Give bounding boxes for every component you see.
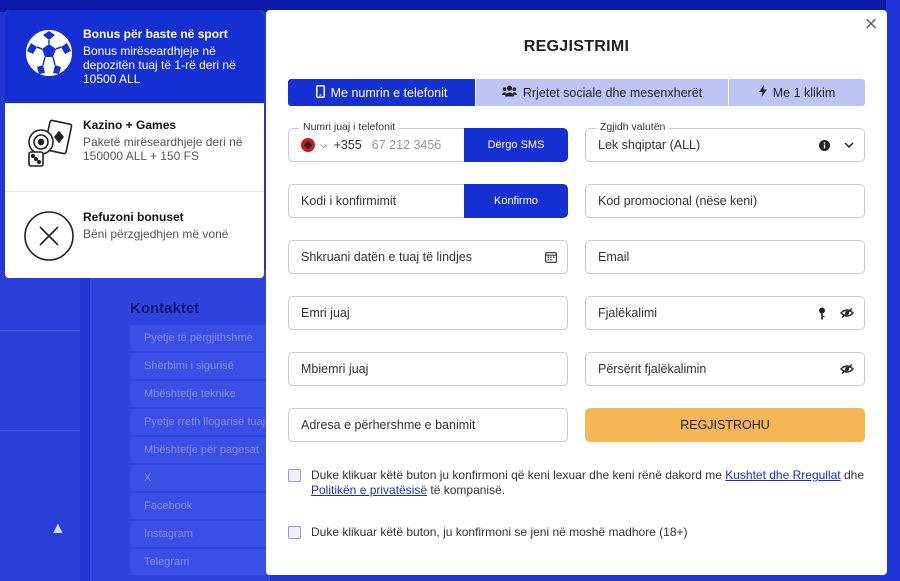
- repeat-password-field[interactable]: Përsërit fjalëkalimin: [585, 352, 865, 386]
- tab-social[interactable]: Rrjetet sociale dhe mesenxherët: [476, 79, 729, 106]
- currency-label: Zgjidh valutën: [596, 121, 670, 133]
- registration-modal: × REGJISTRIMI Me numrin e telefonit Rrje…: [266, 10, 887, 575]
- confirmation-code-input[interactable]: Kodi i konfirmimit: [289, 194, 464, 208]
- confirmation-code-field[interactable]: Kodi i konfirmimit Konfirmo: [288, 184, 568, 218]
- users-icon: [501, 85, 517, 100]
- consent-age-text: Duke klikuar këtë buton, ju konfirmoni s…: [311, 525, 688, 539]
- bonus-option-casino[interactable]: Kazino + Games Paketë mirëseardhjeje der…: [5, 104, 264, 192]
- privacy-link[interactable]: Politikën e privatësisë: [311, 483, 427, 497]
- send-sms-button[interactable]: Dërgo SMS: [464, 128, 568, 162]
- email-field[interactable]: Email: [585, 240, 865, 274]
- consent-terms-text: Duke klikuar këtë buton ju konfirmoni që…: [311, 468, 868, 498]
- password-field[interactable]: Fjalëkalimi: [585, 296, 865, 330]
- chevron-down-icon[interactable]: ⌵: [320, 140, 328, 151]
- lightning-icon: [758, 85, 767, 100]
- register-button[interactable]: REGJISTROHU: [585, 408, 865, 442]
- contacts-item: Pyetje të përgjithshme: [130, 325, 270, 351]
- consent-text: Duke klikuar këtë buton ju konfirmoni që…: [311, 468, 726, 482]
- soccer-ball-icon: [23, 27, 75, 79]
- bonus-description: Bëni përzgjedhjen më vonë: [83, 227, 229, 241]
- password-input[interactable]: Fjalëkalimi: [586, 306, 818, 320]
- consent-text: të kompanisë.: [427, 483, 506, 497]
- bonus-option-sport[interactable]: Bonus për baste në sport Bonus mirëseard…: [5, 10, 264, 104]
- casino-chips-dice-icon: [23, 118, 75, 170]
- phone-input[interactable]: 67 212 3456: [372, 138, 464, 152]
- tab-label: Me numrin e telefonit: [330, 85, 448, 100]
- currency-select[interactable]: Zgjidh valutën Lek shqiptar (ALL): [585, 121, 865, 162]
- bonus-title: Refuzoni bonuset: [83, 210, 184, 224]
- contacts-item: Telegram: [130, 549, 270, 575]
- age-checkbox[interactable]: [288, 526, 301, 539]
- last-name-input[interactable]: Mbiemri juaj: [289, 362, 567, 376]
- eye-off-icon[interactable]: [840, 308, 854, 318]
- contacts-item: Mbështetje për pagesat: [130, 437, 270, 463]
- key-icon[interactable]: [818, 307, 826, 320]
- address-input[interactable]: Adresa e përhershme e banimit: [289, 418, 567, 432]
- eye-off-icon[interactable]: [840, 364, 854, 374]
- info-icon[interactable]: [819, 139, 830, 151]
- calendar-icon[interactable]: [545, 251, 557, 263]
- terms-checkbox[interactable]: [288, 469, 301, 482]
- background-right-edge: [886, 0, 900, 581]
- contacts-item: X: [130, 465, 270, 491]
- background-left-column: ▲: [0, 270, 80, 581]
- email-input[interactable]: Email: [586, 250, 864, 264]
- tab-phone[interactable]: Me numrin e telefonit: [288, 79, 476, 106]
- confirm-button[interactable]: Konfirmo: [464, 184, 568, 218]
- contacts-item: Instagram: [130, 521, 270, 547]
- promo-code-input[interactable]: Kod promocional (nëse keni): [586, 194, 864, 208]
- phone-icon: [315, 84, 325, 101]
- birthdate-field[interactable]: Shkruani datën e tuaj të lindjes: [288, 240, 568, 274]
- tab-one-click[interactable]: Me 1 klikim: [729, 79, 865, 106]
- promo-code-field[interactable]: Kod promocional (nëse keni): [585, 184, 865, 218]
- country-code: +355: [333, 138, 362, 152]
- modal-title: REGJISTRIMI: [523, 38, 630, 55]
- first-name-input[interactable]: Emri juaj: [289, 306, 567, 320]
- contacts-item: Pyetje rreth llogarisë tuaj: [130, 409, 270, 435]
- phone-label: Numri juaj i telefonit: [299, 121, 400, 133]
- bonus-title: Kazino + Games: [83, 118, 177, 132]
- birthdate-input[interactable]: Shkruani datën e tuaj të lindjes: [289, 250, 545, 264]
- bonus-description: Paketë mirëseardhjeje deri në 150000 ALL…: [83, 135, 243, 163]
- bonus-option-refuse[interactable]: Refuzoni bonuset Bëni përzgjedhjen më vo…: [5, 192, 264, 278]
- currency-value: Lek shqiptar (ALL): [598, 138, 701, 152]
- tab-label: Me 1 klikim: [772, 85, 836, 100]
- chevron-down-icon[interactable]: [844, 141, 854, 149]
- phone-field[interactable]: Numri juaj i telefonit ⌵ +355 67 212 345…: [288, 121, 568, 162]
- consent-text: dhe: [840, 468, 864, 482]
- bonus-panel: Bonus për baste në sport Bonus mirëseard…: [5, 10, 264, 278]
- contacts-item: Shërbimi i sigurisë: [130, 353, 270, 379]
- warning-icon: ▲: [50, 520, 66, 537]
- contacts-item: Facebook: [130, 493, 270, 519]
- cross-circle-icon: [23, 210, 75, 262]
- albania-flag-icon[interactable]: [301, 138, 315, 152]
- terms-link[interactable]: Kushtet dhe Rregullat: [725, 468, 840, 482]
- bonus-description: Bonus mirëseardhjeje në depozitën tuaj t…: [83, 44, 236, 86]
- consent-age: Duke klikuar këtë buton, ju konfirmoni s…: [288, 525, 868, 540]
- registration-tabs: Me numrin e telefonit Rrjetet sociale dh…: [288, 79, 865, 106]
- address-field[interactable]: Adresa e përhershme e banimit: [288, 408, 568, 442]
- last-name-field[interactable]: Mbiemri juaj: [288, 352, 568, 386]
- repeat-password-input[interactable]: Përsërit fjalëkalimin: [586, 362, 840, 376]
- close-icon[interactable]: ×: [862, 13, 880, 35]
- bonus-title: Bonus për baste në sport: [83, 27, 228, 41]
- contacts-item: Mbështetje teknike: [130, 381, 270, 407]
- contacts-heading: Kontaktet: [130, 300, 200, 317]
- consent-terms: Duke klikuar këtë buton ju konfirmoni që…: [288, 468, 868, 498]
- first-name-field[interactable]: Emri juaj: [288, 296, 568, 330]
- background-contacts: Kontaktet Pyetje të përgjithshme Shërbim…: [130, 300, 270, 577]
- tab-label: Rrjetet sociale dhe mesenxherët: [522, 85, 703, 100]
